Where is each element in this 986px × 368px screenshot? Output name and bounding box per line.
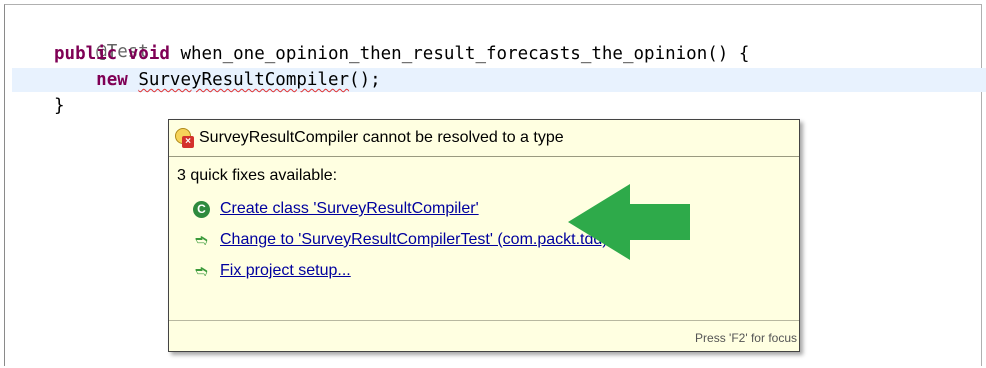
code-line-3: new SurveyResultCompiler();	[12, 68, 986, 92]
change-icon: ➬	[195, 262, 208, 280]
class-icon: C	[193, 200, 210, 218]
quick-fix-link[interactable]: Fix project setup...	[220, 262, 351, 280]
quick-fix-count: 3 quick fixes available:	[177, 167, 338, 184]
unresolved-class-name[interactable]: SurveyResultCompiler	[138, 70, 349, 90]
code-line-2: public void when_one_opinion_then_result…	[54, 42, 749, 66]
quick-fix-item-fix-setup[interactable]: ➬ Fix project setup...	[193, 262, 351, 280]
quick-fix-link[interactable]: Change to 'SurveyResultCompilerTest' (co…	[220, 231, 608, 249]
quick-fix-footer: Press 'F2' for focus	[169, 320, 799, 351]
error-message: SurveyResultCompiler cannot be resolved …	[199, 129, 564, 146]
quick-fix-item-create-class[interactable]: C Create class 'SurveyResultCompiler'	[193, 200, 479, 218]
change-icon: ➬	[195, 231, 208, 249]
quick-fix-popup[interactable]: × SurveyResultCompiler cannot be resolve…	[168, 119, 800, 352]
code-line-4: }	[54, 94, 65, 118]
quick-fix-item-change-to[interactable]: ➬ Change to 'SurveyResultCompilerTest' (…	[193, 231, 608, 249]
method-signature: when_one_opinion_then_result_forecasts_t…	[169, 44, 750, 64]
call-suffix: ();	[349, 70, 381, 90]
green-arrow-icon	[568, 184, 690, 260]
code-line-1: @Test	[54, 16, 149, 62]
quick-fix-link[interactable]: Create class 'SurveyResultCompiler'	[220, 200, 479, 218]
keyword-new: new	[96, 70, 128, 90]
error-bulb-icon: ×	[175, 128, 195, 148]
keyword-void: void	[127, 44, 170, 64]
keyword-public: public	[54, 44, 118, 64]
focus-hint: Press 'F2' for focus	[695, 331, 797, 345]
quick-fix-header: × SurveyResultCompiler cannot be resolve…	[169, 120, 799, 157]
closing-brace: }	[54, 96, 65, 116]
